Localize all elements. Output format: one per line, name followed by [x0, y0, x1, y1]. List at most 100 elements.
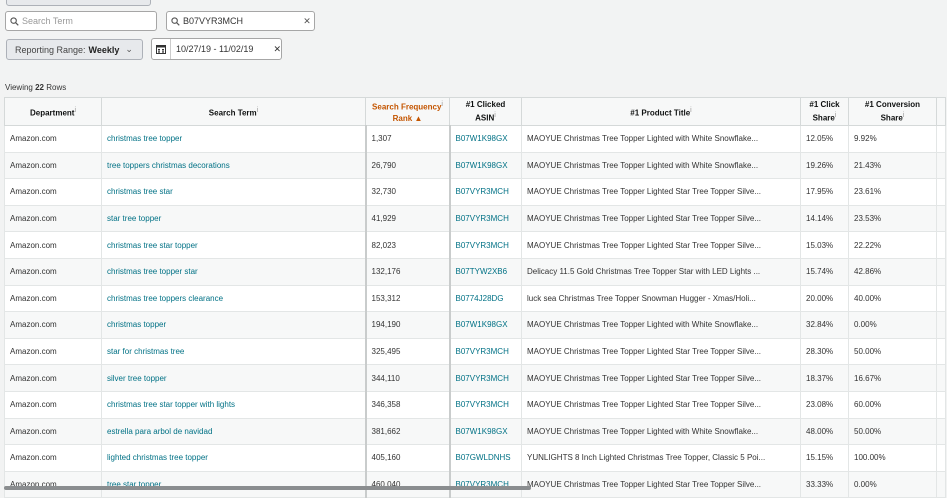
cell-product-title: MAOYUE Christmas Tree Topper Lighted Sta…	[521, 390, 801, 419]
table-row: Amazon.com christmas tree star topper 82,0…	[4, 231, 946, 259]
column-header-conversion-share[interactable]: #1 Conversion Sharei	[848, 97, 937, 126]
cell-clicked-asin[interactable]: B07VYR3MCH	[449, 178, 522, 206]
cell-overflow	[936, 337, 946, 366]
date-range-picker[interactable]: 10/27/19 - 11/02/19 ✕	[151, 38, 282, 60]
column-header-product-title[interactable]: #1 Product Titlei	[521, 97, 801, 126]
table-row: Amazon.com christmas tree star 32,730 B07VY…	[4, 178, 946, 206]
date-range-value: 10/27/19 - 11/02/19	[176, 44, 254, 54]
cell-overflow	[936, 231, 946, 259]
search-term-placeholder: Search Term	[22, 16, 73, 26]
cell-product-title: MAOYUE Christmas Tree Topper Lighted Sta…	[521, 470, 801, 498]
cell-clicked-asin[interactable]: B0774J28DG	[449, 284, 522, 313]
cell-clicked-asin[interactable]: B07VYR3MCH	[449, 364, 522, 392]
cell-department: Amazon.com	[4, 444, 102, 472]
clear-icon[interactable]: ✕	[300, 16, 314, 27]
cell-clicked-asin[interactable]: B07VYR3MCH	[449, 231, 522, 259]
cell-overflow	[936, 390, 946, 419]
cell-clicked-asin[interactable]: B07VYR3MCH	[449, 470, 522, 498]
cell-department: Amazon.com	[4, 417, 102, 446]
cell-search-term[interactable]: tree star topper	[101, 470, 367, 498]
cell-clicked-asin[interactable]: B07VYR3MCH	[449, 337, 522, 366]
reporting-range-dropdown[interactable]: Reporting Range: Weekly ⌄	[6, 39, 143, 60]
cell-search-frequency-rank: 153,312	[365, 284, 451, 313]
table-header-row: Departmenti Search Termi Search Frequenc…	[4, 97, 946, 126]
cell-search-frequency-rank: 194,190	[365, 311, 451, 339]
cell-product-title: MAOYUE Christmas Tree Topper Lighted wit…	[521, 151, 801, 180]
horizontal-scrollbar[interactable]	[4, 486, 531, 490]
calendar-icon[interactable]	[152, 39, 171, 59]
cell-search-term[interactable]: christmas topper	[101, 311, 367, 339]
cell-product-title: luck sea Christmas Tree Topper Snowman H…	[521, 284, 801, 313]
cell-search-term[interactable]: christmas tree star topper	[101, 231, 367, 259]
cell-click-share: 32.84%	[800, 311, 849, 339]
cell-product-title: MAOYUE Christmas Tree Topper Lighted Sta…	[521, 178, 801, 206]
cell-search-term[interactable]: christmas tree topper star	[101, 257, 367, 286]
cell-search-term[interactable]: tree toppers christmas decorations	[101, 151, 367, 180]
table-row: Amazon.com christmas topper 194,190 B07W1K9…	[4, 311, 946, 339]
column-header-search-term[interactable]: Search Termi	[101, 97, 366, 126]
search-icon	[6, 16, 22, 26]
cell-department: Amazon.com	[4, 204, 102, 233]
cell-click-share: 48.00%	[800, 417, 849, 446]
cell-click-share: 17.95%	[800, 178, 849, 206]
cell-search-frequency-rank: 344,110	[365, 364, 451, 392]
cell-search-frequency-rank: 460,040	[365, 470, 451, 498]
cell-overflow	[936, 257, 946, 286]
column-header-department[interactable]: Departmenti	[4, 97, 102, 126]
cell-search-term[interactable]: christmas tree star	[101, 178, 367, 206]
cell-department: Amazon.com	[4, 257, 102, 286]
cell-click-share: 14.14%	[800, 204, 849, 233]
cell-search-frequency-rank: 41,929	[365, 204, 451, 233]
cell-search-term[interactable]: star tree topper	[101, 204, 367, 233]
chevron-down-icon: ⌄	[125, 44, 133, 54]
cell-search-term[interactable]: christmas tree topper	[101, 125, 367, 153]
cell-clicked-asin[interactable]: B07W1K98GX	[449, 125, 522, 153]
cell-clicked-asin[interactable]: B07GWLDNHS	[449, 444, 522, 472]
cell-search-term[interactable]: estrella para arbol de navidad	[101, 417, 367, 446]
info-icon: i	[902, 112, 905, 120]
column-header-clicked-asin[interactable]: #1 Clicked ASINi	[449, 97, 522, 126]
cell-overflow	[936, 204, 946, 233]
cell-overflow	[936, 311, 946, 339]
cell-department: Amazon.com	[4, 470, 102, 498]
cell-conversion-share: 50.00%	[848, 337, 937, 366]
asin-search-input[interactable]: B07VYR3MCH ✕	[166, 11, 315, 31]
cell-department: Amazon.com	[4, 364, 102, 392]
cell-overflow	[936, 284, 946, 313]
cell-click-share: 15.74%	[800, 257, 849, 286]
cell-conversion-share: 42.86%	[848, 257, 937, 286]
cell-product-title: MAOYUE Christmas Tree Topper Lighted Sta…	[521, 231, 801, 259]
search-term-input[interactable]: Search Term	[5, 11, 157, 31]
cell-department: Amazon.com	[4, 337, 102, 366]
cell-clicked-asin[interactable]: B07W1K98GX	[449, 417, 522, 446]
column-header-click-share[interactable]: #1 Click Sharei	[800, 97, 849, 126]
cell-conversion-share: 23.53%	[848, 204, 937, 233]
cell-conversion-share: 0.00%	[848, 470, 937, 498]
cell-overflow	[936, 364, 946, 392]
info-icon: i	[690, 106, 692, 114]
cell-overflow	[936, 178, 946, 206]
cell-product-title: MAOYUE Christmas Tree Topper Lighted Sta…	[521, 364, 801, 392]
clear-date-icon[interactable]: ✕	[273, 44, 281, 55]
search-terms-table: Departmenti Search Termi Search Frequenc…	[4, 97, 946, 498]
column-header-search-frequency-rank[interactable]: Search Frequencyi Rank ▲	[365, 97, 450, 126]
cell-clicked-asin[interactable]: B07TYW2XB6	[449, 257, 522, 286]
cell-product-title: MAOYUE Christmas Tree Topper Lighted wit…	[521, 125, 801, 153]
cell-product-title: MAOYUE Christmas Tree Topper Lighted Sta…	[521, 204, 801, 233]
cell-click-share: 23.08%	[800, 390, 849, 419]
cell-clicked-asin[interactable]: B07VYR3MCH	[449, 204, 522, 233]
top-toolbar-button[interactable]	[6, 0, 151, 6]
cell-search-term[interactable]: star for christmas tree	[101, 337, 367, 366]
table-row: Amazon.com star for christmas tree 325,495…	[4, 337, 946, 366]
cell-overflow	[936, 125, 946, 153]
cell-clicked-asin[interactable]: B07VYR3MCH	[449, 390, 522, 419]
cell-department: Amazon.com	[4, 390, 102, 419]
cell-search-term[interactable]: lighted christmas tree topper	[101, 444, 367, 472]
cell-search-term[interactable]: silver tree topper	[101, 364, 367, 392]
cell-clicked-asin[interactable]: B07W1K98GX	[449, 311, 522, 339]
cell-search-term[interactable]: christmas tree star topper with lights	[101, 390, 367, 419]
table-row: Amazon.com christmas tree topper star 132,…	[4, 257, 946, 286]
cell-clicked-asin[interactable]: B07W1K98GX	[449, 151, 522, 180]
cell-search-term[interactable]: christmas tree toppers clearance	[101, 284, 367, 313]
cell-product-title: YUNLIGHTS 8 Inch Lighted Christmas Tree …	[521, 444, 801, 472]
